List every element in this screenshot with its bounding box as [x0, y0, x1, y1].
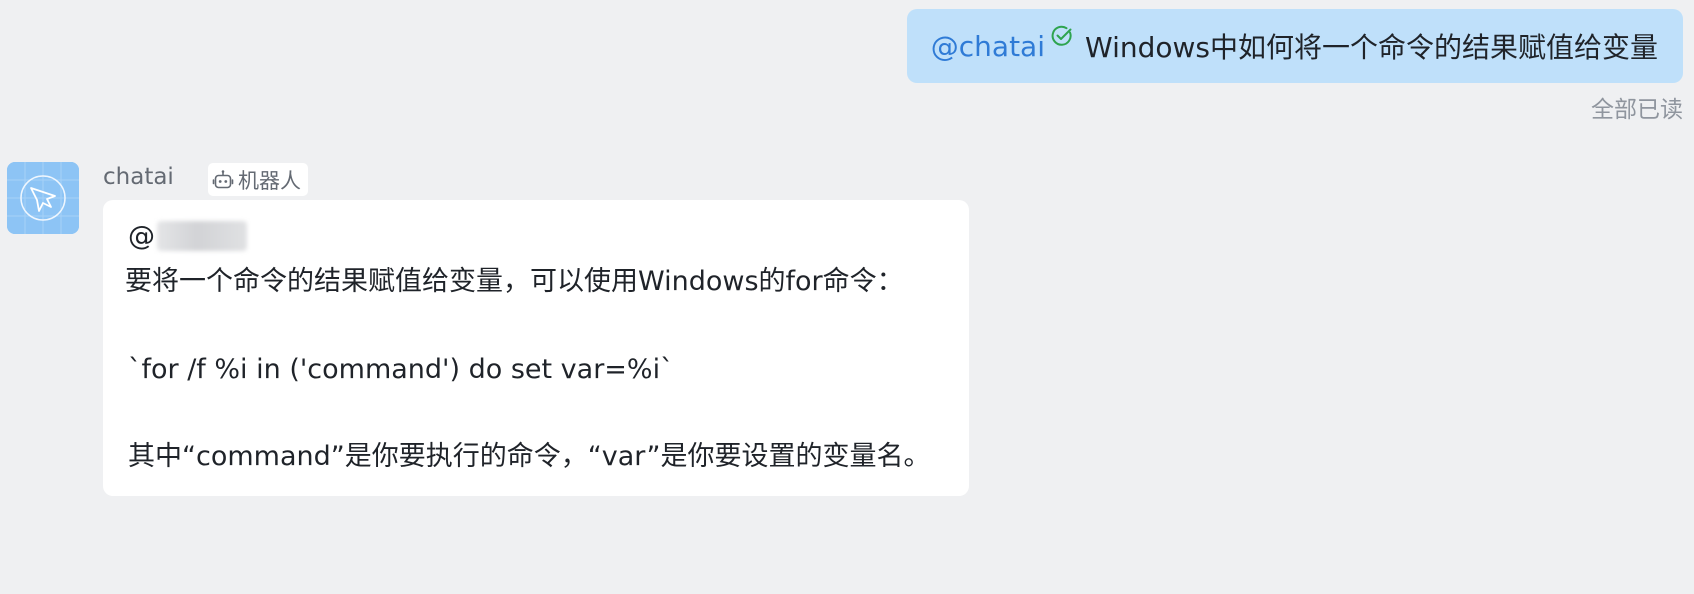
bot-tag-label: 机器人 [238, 168, 301, 193]
read-status[interactable]: 全部已读 [1591, 90, 1683, 124]
robot-icon [212, 169, 234, 191]
message-line-explanation: 其中“command”是你要执行的命令，“var”是你要设置的变量名。 [128, 441, 931, 472]
bot-tag: 机器人 [208, 163, 308, 196]
message-mention: @ [128, 220, 247, 254]
outgoing-message-text: Windows中如何将一个命令的结果赋值给变量 [1085, 31, 1658, 64]
check-circle-icon [1051, 25, 1073, 47]
message-line-intro: 要将一个命令的结果赋值给变量，可以使用Windows的for命令： [125, 266, 904, 297]
incoming-message-bubble[interactable]: @ 要将一个命令的结果赋值给变量，可以使用Windows的for命令： `for… [103, 200, 969, 496]
sender-name[interactable]: chatai [103, 164, 174, 190]
mention-at-symbol: @ [128, 221, 155, 252]
chat-area: @chatai Windows中如何将一个命令的结果赋值给变量 全部已读 cha… [0, 0, 1694, 594]
redacted-username [157, 220, 247, 251]
bot-avatar-icon[interactable] [7, 162, 79, 234]
message-line-code: `for /f %i in ('command') do set var=%i` [128, 354, 674, 385]
mention-chatai[interactable]: @chatai [931, 30, 1045, 63]
outgoing-message-bubble[interactable]: @chatai Windows中如何将一个命令的结果赋值给变量 [906, 9, 1683, 83]
